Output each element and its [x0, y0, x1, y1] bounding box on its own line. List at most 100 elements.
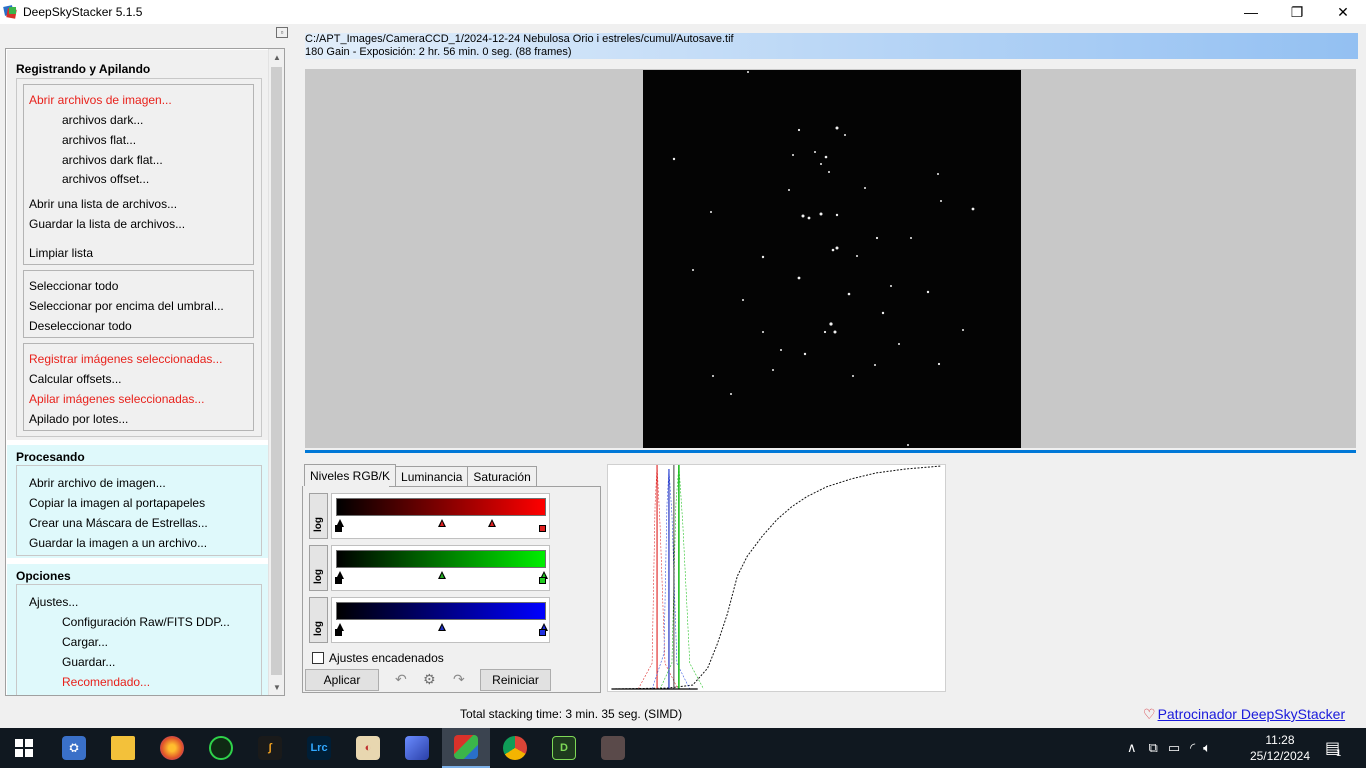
taskbar-stellarium[interactable]: [393, 728, 441, 768]
open-file-list-link[interactable]: Abrir una lista de archivos...: [29, 197, 177, 211]
title-bar: DeepSkyStacker 5.1.5 — ❐ ✕: [0, 0, 1366, 24]
green-midtone-handle[interactable]: [438, 571, 446, 579]
blue-black-point-marker: [335, 629, 342, 636]
left-panel: Registrando y Apilando Abrir archivos de…: [5, 48, 285, 696]
taskbar-chrome[interactable]: [491, 728, 539, 768]
taskbar-sharpcap[interactable]: ∫: [246, 728, 294, 768]
meet-now-icon[interactable]: ⧉: [1149, 740, 1158, 756]
scrollbar-thumb[interactable]: [271, 67, 282, 675]
stacked-image[interactable]: [643, 70, 1021, 448]
flat-files-link[interactable]: archivos flat...: [62, 133, 136, 147]
red-midtone-handle[interactable]: [438, 519, 446, 527]
lightroom-icon: Lrc: [307, 736, 331, 760]
heart-icon: ♡: [1143, 706, 1156, 722]
reset-button[interactable]: Reiniciar: [480, 669, 551, 691]
tab-rgb-levels[interactable]: Niveles RGB/K: [304, 464, 397, 486]
stack-selected-link[interactable]: Apilar imágenes seleccionadas...: [29, 392, 204, 406]
taskbar-file-explorer[interactable]: [99, 728, 147, 768]
clock-time: 11:28: [1265, 733, 1295, 747]
linked-settings-row[interactable]: Ajustes encadenados: [312, 651, 444, 665]
paint-palette-icon: ◐: [356, 736, 380, 760]
image-path: C:/APT_Images/CameraCCD_1/2024-12-24 Neb…: [305, 33, 734, 45]
red-log-toggle[interactable]: log: [309, 493, 328, 539]
load-settings-link[interactable]: Cargar...: [62, 635, 108, 649]
open-image-file-link[interactable]: Abrir archivo de imagen...: [29, 476, 166, 490]
sponsor-link[interactable]: ♡ Patrocinador DeepSkyStacker: [1143, 706, 1345, 723]
histogram-chart: [607, 464, 946, 692]
game-app-icon: [601, 736, 625, 760]
pin-icon[interactable]: ▫: [276, 27, 288, 38]
save-settings-link[interactable]: Guardar...: [62, 655, 115, 669]
window-title: DeepSkyStacker 5.1.5: [23, 5, 143, 19]
firefox-icon: [160, 736, 184, 760]
chrome-icon: [503, 736, 527, 760]
compute-offsets-link[interactable]: Calcular offsets...: [29, 372, 121, 386]
save-image-link[interactable]: Guardar la imagen a un archivo...: [29, 536, 207, 550]
battery-icon[interactable]: ▭: [1168, 740, 1180, 756]
red-upper-handle[interactable]: [488, 519, 496, 527]
clock-date: 25/12/2024: [1249, 749, 1310, 763]
taskbar-game-app[interactable]: [589, 728, 637, 768]
scroll-up-icon[interactable]: ▲: [269, 49, 284, 65]
green-log-toggle[interactable]: log: [309, 545, 328, 591]
settings-link[interactable]: Ajustes...: [29, 595, 78, 609]
minimize-button[interactable]: —: [1228, 0, 1274, 24]
settings-gear-icon[interactable]: ⚙: [423, 671, 436, 688]
network-icon[interactable]: ◜: [1190, 740, 1195, 756]
notification-count: 1: [1336, 748, 1342, 758]
raw-fits-ddp-link[interactable]: Configuración Raw/FITS DDP...: [62, 615, 230, 629]
undo-icon[interactable]: ↶: [395, 671, 407, 688]
system-tray: ∧ ⧉ ▭ ◜ 🔈︎: [1127, 728, 1211, 768]
offset-files-link[interactable]: archivos offset...: [62, 172, 149, 186]
batch-stacking-link[interactable]: Apilado por lotes...: [29, 412, 128, 426]
start-button[interactable]: [0, 728, 48, 768]
taskbar-paint[interactable]: ◐: [344, 728, 392, 768]
left-panel-scrollbar[interactable]: ▲ ▼: [268, 49, 284, 695]
system-clock[interactable]: 11:28 25/12/2024: [1250, 732, 1310, 764]
recommended-settings-link[interactable]: Recomendado...: [62, 675, 150, 689]
red-levels-slider[interactable]: [331, 493, 550, 539]
red-gradient: [336, 498, 546, 516]
copy-to-clipboard-link[interactable]: Copiar la imagen al portapapeles: [29, 496, 205, 510]
apply-button[interactable]: Aplicar: [305, 669, 379, 691]
close-button[interactable]: ✕: [1320, 0, 1366, 24]
taskbar-d-app[interactable]: D: [540, 728, 588, 768]
viewer-splitter[interactable]: [305, 450, 1356, 453]
section-processing: Procesando: [16, 450, 85, 464]
image-viewer[interactable]: [305, 69, 1356, 448]
redo-icon[interactable]: ↷: [453, 671, 465, 688]
open-image-files-link[interactable]: Abrir archivos de imagen...: [29, 93, 172, 107]
network-app-icon: ⛭: [62, 736, 86, 760]
deselect-all-link[interactable]: Deseleccionar todo: [29, 319, 132, 333]
blue-gradient: [336, 602, 546, 620]
volume-icon[interactable]: 🔈︎: [1203, 740, 1211, 756]
create-star-mask-link[interactable]: Crear una Máscara de Estrellas...: [29, 516, 208, 530]
red-black-point-marker: [335, 525, 342, 532]
linked-settings-checkbox[interactable]: [312, 652, 324, 664]
select-above-threshold-link[interactable]: Seleccionar por encima del umbral...: [29, 299, 224, 313]
select-all-link[interactable]: Seleccionar todo: [29, 279, 118, 293]
blue-log-toggle[interactable]: log: [309, 597, 328, 643]
register-selected-link[interactable]: Registrar imágenes seleccionadas...: [29, 352, 222, 366]
save-file-list-link[interactable]: Guardar la lista de archivos...: [29, 217, 185, 231]
dark-flat-files-link[interactable]: archivos dark flat...: [62, 153, 163, 167]
taskbar-lightroom[interactable]: Lrc: [295, 728, 343, 768]
blue-levels-slider[interactable]: [331, 597, 550, 643]
sharpcap-icon: ∫: [258, 736, 282, 760]
taskbar-deepskystacker[interactable]: [442, 728, 490, 768]
tray-expand-icon[interactable]: ∧: [1127, 740, 1137, 756]
dark-files-link[interactable]: archivos dark...: [62, 113, 143, 127]
notifications-button[interactable]: ▤ 1: [1325, 728, 1341, 768]
tab-luminance[interactable]: Luminancia: [395, 466, 469, 486]
red-white-point-marker[interactable]: [539, 525, 546, 532]
taskbar-firefox[interactable]: [148, 728, 196, 768]
taskbar-network-app[interactable]: ⛭: [50, 728, 98, 768]
tab-saturation[interactable]: Saturación: [467, 466, 537, 486]
scroll-down-icon[interactable]: ▼: [269, 679, 284, 695]
maximize-button[interactable]: ❐: [1274, 0, 1320, 24]
blue-midtone-handle[interactable]: [438, 623, 446, 631]
taskbar-guiding-app[interactable]: [197, 728, 245, 768]
green-levels-slider[interactable]: [331, 545, 550, 591]
section-options: Opciones: [16, 569, 71, 583]
clear-list-link[interactable]: Limpiar lista: [29, 246, 93, 260]
